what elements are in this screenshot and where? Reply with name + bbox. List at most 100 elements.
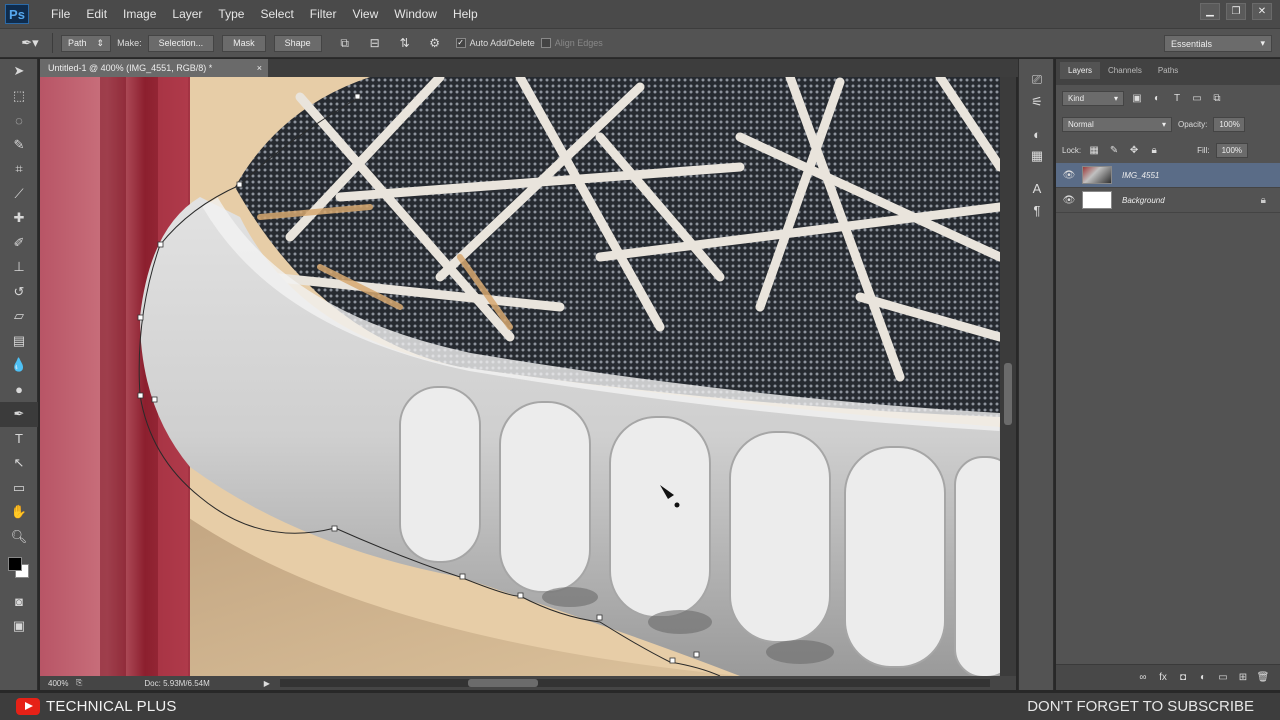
properties-panel-icon[interactable]: ⚟: [1019, 91, 1055, 113]
trash-icon[interactable]: 🗑︎: [1256, 671, 1270, 685]
menu-window[interactable]: Window: [386, 0, 445, 28]
adjustments-panel-icon[interactable]: ◐: [1019, 123, 1055, 145]
quick-mask-icon[interactable]: ◙: [0, 589, 38, 614]
filter-shape-icon[interactable]: ▭: [1190, 91, 1204, 105]
eyedropper-tool-icon[interactable]: ⟋: [0, 182, 38, 207]
color-swatches[interactable]: [0, 549, 38, 589]
layer-row[interactable]: 👁︎ IMG_4551: [1056, 163, 1280, 188]
dodge-tool-icon[interactable]: ●: [0, 378, 38, 403]
path-operations-icon[interactable]: ⧉: [335, 33, 355, 53]
brush-tool-icon[interactable]: ✐: [0, 231, 38, 256]
eraser-tool-icon[interactable]: ▱: [0, 304, 38, 329]
filter-kind-select[interactable]: Kind ▾: [1062, 90, 1124, 106]
path-arrangement-icon[interactable]: ⇅: [395, 33, 415, 53]
horizontal-scrollbar[interactable]: [280, 679, 990, 687]
filter-adjustment-icon[interactable]: ◐: [1150, 91, 1164, 105]
gear-icon[interactable]: ⚙: [425, 33, 445, 53]
link-layers-icon[interactable]: ∞: [1136, 671, 1150, 685]
close-icon[interactable]: ×: [257, 63, 262, 73]
tab-channels[interactable]: Channels: [1100, 62, 1150, 79]
menu-select[interactable]: Select: [252, 0, 301, 28]
menu-file[interactable]: File: [43, 0, 78, 28]
layer-style-icon[interactable]: fx: [1156, 671, 1170, 685]
menu-layer[interactable]: Layer: [164, 0, 210, 28]
horizontal-scrollbar-thumb[interactable]: [468, 679, 538, 687]
pen-tool-preset-icon[interactable]: ✒▾: [16, 32, 44, 54]
make-mask-button[interactable]: Mask: [222, 34, 266, 52]
foreground-color-swatch[interactable]: [8, 557, 22, 571]
swatches-panel-icon[interactable]: ▦: [1019, 145, 1055, 167]
auto-add-delete-checkbox[interactable]: ✓ Auto Add/Delete: [455, 38, 535, 48]
separator: [52, 33, 53, 53]
tab-layers[interactable]: Layers: [1060, 62, 1101, 79]
tab-paths[interactable]: Paths: [1150, 62, 1186, 79]
clone-stamp-tool-icon[interactable]: ⊥: [0, 255, 38, 280]
workspace-switcher[interactable]: Essentials ▾: [1164, 35, 1272, 52]
add-mask-icon[interactable]: ◘: [1176, 671, 1190, 685]
blur-tool-icon[interactable]: 💧: [0, 353, 38, 378]
tab-strip: [268, 59, 1018, 77]
checkbox-unchecked-icon: [540, 38, 551, 48]
fill-field[interactable]: 100%: [1215, 142, 1248, 158]
document-canvas[interactable]: [40, 77, 1000, 676]
document-tab[interactable]: Untitled-1 @ 400% (IMG_4551, RGB/8) * ×: [40, 59, 268, 77]
move-tool-icon[interactable]: ➤: [0, 59, 38, 84]
type-tool-icon[interactable]: T: [0, 427, 38, 452]
filter-pixel-icon[interactable]: ▣: [1130, 91, 1144, 105]
quick-selection-tool-icon[interactable]: ✎: [0, 133, 38, 158]
export-icon[interactable]: ⎘: [76, 678, 82, 688]
lasso-tool-icon[interactable]: ◌: [0, 108, 38, 133]
menu-help[interactable]: Help: [445, 0, 486, 28]
menu-view[interactable]: View: [344, 0, 386, 28]
paragraph-panel-icon[interactable]: ¶: [1019, 199, 1055, 221]
tool-mode-select[interactable]: Path ⇕: [61, 34, 112, 52]
zoom-tool-icon[interactable]: 🔍︎: [0, 525, 38, 550]
layer-row[interactable]: 👁︎ Background 🔒︎: [1056, 188, 1280, 213]
opacity-field[interactable]: 100%: [1213, 116, 1246, 132]
lock-pixels-icon[interactable]: ✎: [1107, 143, 1121, 157]
filter-type-icon[interactable]: T: [1170, 91, 1184, 105]
make-shape-button[interactable]: Shape: [273, 34, 322, 52]
fill-label: Fill:: [1197, 145, 1210, 155]
restore-icon[interactable]: ❐: [1226, 3, 1246, 20]
blend-mode-select[interactable]: Normal ▾: [1062, 116, 1172, 132]
menu-type[interactable]: Type: [210, 0, 252, 28]
marquee-tool-icon[interactable]: ⬚: [0, 84, 38, 109]
align-edges-checkbox[interactable]: Align Edges: [540, 38, 603, 48]
gradient-tool-icon[interactable]: ▤: [0, 329, 38, 354]
filter-smart-object-icon[interactable]: ⧉: [1210, 91, 1224, 105]
rectangle-tool-icon[interactable]: ▭: [0, 476, 38, 501]
pen-tool-icon[interactable]: ✒: [0, 402, 38, 427]
lock-all-icon[interactable]: 🔒︎: [1147, 143, 1161, 157]
history-brush-tool-icon[interactable]: ↺: [0, 280, 38, 305]
new-layer-icon[interactable]: ⊞: [1236, 671, 1250, 685]
layers-panel-footer: ∞ fx ◘ ◐ ▭ ⊞ 🗑︎: [1056, 664, 1280, 690]
path-selection-tool-icon[interactable]: ↖: [0, 451, 38, 476]
visibility-eye-icon[interactable]: 👁︎: [1056, 195, 1082, 206]
healing-brush-tool-icon[interactable]: ✚: [0, 206, 38, 231]
vertical-scrollbar[interactable]: [1000, 77, 1016, 676]
character-panel-icon[interactable]: A: [1019, 177, 1055, 199]
lock-transparent-icon[interactable]: ▦: [1087, 143, 1101, 157]
close-icon[interactable]: ✕: [1252, 3, 1272, 20]
visibility-eye-icon[interactable]: 👁︎: [1056, 170, 1082, 181]
make-selection-button[interactable]: Selection...: [147, 34, 215, 52]
new-group-icon[interactable]: ▭: [1216, 671, 1230, 685]
path-alignment-icon[interactable]: ⊟: [365, 33, 385, 53]
menu-edit[interactable]: Edit: [78, 0, 115, 28]
menu-filter[interactable]: Filter: [302, 0, 345, 28]
crop-tool-icon[interactable]: ⌗: [0, 157, 38, 182]
lock-position-icon[interactable]: ✥: [1127, 143, 1141, 157]
zoom-level[interactable]: 400%: [40, 679, 76, 688]
minimize-icon[interactable]: ▁: [1200, 3, 1220, 20]
adjustment-layer-icon[interactable]: ◐: [1196, 671, 1210, 685]
youtube-logo-icon: [16, 698, 40, 715]
chevron-down-icon: ▾: [1113, 93, 1118, 103]
vertical-scrollbar-thumb[interactable]: [1004, 363, 1012, 425]
screen-mode-icon[interactable]: ▣: [0, 614, 38, 639]
status-menu-arrow-icon[interactable]: ▶: [264, 679, 270, 688]
hand-tool-icon[interactable]: ✋: [0, 500, 38, 525]
channel-name: TECHNICAL PLUS: [46, 698, 177, 715]
menu-image[interactable]: Image: [115, 0, 164, 28]
history-panel-icon[interactable]: ⎚: [1019, 69, 1055, 91]
